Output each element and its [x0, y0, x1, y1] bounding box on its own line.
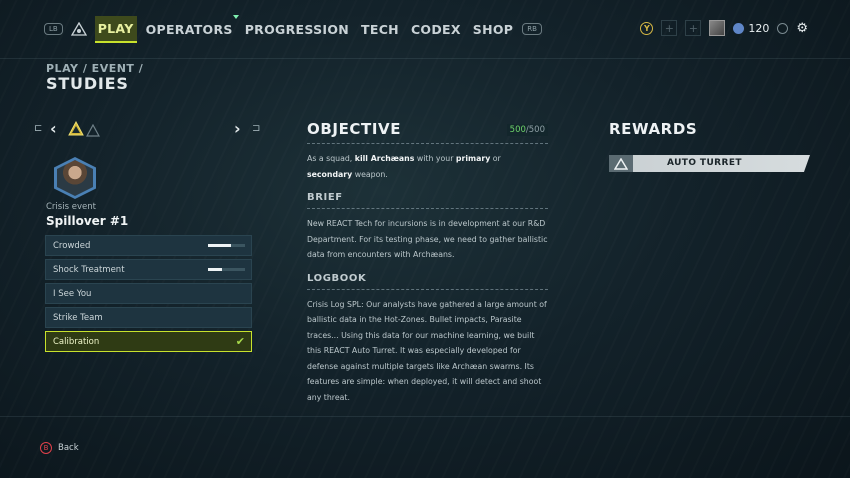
divider-line [0, 416, 850, 417]
objective-total: /500 [525, 125, 545, 135]
rewards-title: REWARDS [609, 120, 698, 138]
b-button-icon: B [40, 442, 52, 454]
study-progress-bar [208, 268, 245, 271]
study-label: Strike Team [53, 312, 103, 323]
operator-portrait [54, 157, 96, 199]
objective-secondary: secondary [307, 169, 353, 179]
study-item-shock-treatment[interactable]: Shock Treatment [45, 259, 252, 280]
page-title: STUDIES [46, 74, 129, 93]
auto-turret-icon [609, 155, 633, 172]
objective-kill: kill Archæans [354, 154, 415, 163]
tab-shop[interactable]: SHOP [470, 17, 516, 42]
lb-button-hint[interactable]: LB [44, 23, 63, 35]
lb-small-icon: ⊏ [34, 123, 43, 134]
study-details: OBJECTIVE 500/500 As a squad, kill Archæ… [307, 120, 548, 405]
top-right-status: Y + + 120 ⚙ [640, 20, 808, 36]
new-indicator-icon [232, 14, 239, 19]
reward-item[interactable]: AUTO TURRET [609, 155, 810, 172]
study-label: Crowded [53, 240, 91, 251]
top-navigation: LB PLAY OPERATORS PROGRESSION TECH CODEX… [44, 14, 542, 44]
study-label: I See You [53, 288, 92, 299]
objective-text-2: with your [414, 154, 456, 163]
study-item-strike-team[interactable]: Strike Team [45, 307, 252, 328]
objective-text-3: or [490, 154, 501, 163]
study-progress-fill [208, 268, 223, 271]
study-list: Crowded Shock Treatment I See You Strike… [45, 235, 252, 355]
next-arrow-icon[interactable]: › [234, 119, 241, 138]
study-label: Calibration [53, 336, 100, 347]
study-item-crowded[interactable]: Crowded [45, 235, 252, 256]
study-item-i-see-you[interactable]: I See You [45, 283, 252, 304]
currency-coin-icon [733, 22, 745, 34]
prev-arrow-icon[interactable]: ‹ [50, 119, 57, 138]
study-item-calibration[interactable]: Calibration ✔ [45, 331, 252, 352]
divider-line [0, 58, 850, 59]
objective-text: As a squad, kill Archæans with your prim… [307, 151, 548, 182]
divider [307, 143, 548, 144]
tab-codex[interactable]: CODEX [408, 17, 464, 42]
crisis-event-icon[interactable] [68, 120, 84, 140]
event-type-label: Crisis event [46, 202, 96, 212]
study-progress-bar [208, 244, 245, 247]
objective-text-4: weapon. [352, 169, 388, 179]
event-name: Spillover #1 [46, 214, 129, 228]
brief-title: BRIEF [307, 192, 343, 203]
party-slot-2[interactable]: + [685, 20, 702, 36]
gear-icon[interactable]: ⚙ [796, 21, 808, 36]
currency-display: 120 [733, 22, 769, 35]
party-slot-1[interactable]: + [661, 20, 678, 36]
back-label: Back [58, 443, 79, 453]
player-avatar[interactable] [709, 20, 726, 36]
objective-counter: 500/500 [506, 124, 548, 136]
divider [307, 288, 548, 290]
logbook-text: Crisis Log SPL: Our analysts have gather… [307, 299, 547, 402]
tab-play[interactable]: PLAY [94, 15, 137, 43]
currency-amount: 120 [748, 21, 770, 35]
reward-label: AUTO TURRET [667, 158, 742, 168]
rb-button-hint[interactable]: RB [522, 23, 542, 35]
r-button-icon[interactable] [777, 22, 789, 34]
event-selector: ⊏ ‹ › ⊐ [34, 119, 266, 141]
tab-operators-label: OPERATORS [145, 21, 233, 37]
objective-text-1: As a squad, [307, 154, 355, 163]
objective-current: 500 [509, 125, 526, 135]
tab-operators[interactable]: OPERATORS [143, 14, 239, 42]
y-button-icon[interactable]: Y [640, 21, 654, 35]
home-triangle-icon[interactable] [69, 19, 89, 39]
objective-primary: primary [455, 154, 491, 163]
study-progress-fill [208, 244, 231, 247]
tab-progression[interactable]: PROGRESSION [242, 17, 352, 42]
brief-text: New REACT Tech for incursions is in deve… [307, 219, 548, 259]
event-triangle-icon[interactable] [85, 122, 101, 141]
divider [307, 208, 548, 209]
completed-check-icon: ✔ [235, 335, 245, 348]
tab-tech[interactable]: TECH [358, 17, 402, 42]
logbook-title: LOGBOOK [307, 272, 367, 284]
rb-small-icon: ⊐ [252, 123, 261, 134]
back-button[interactable]: B Back [40, 442, 79, 454]
operator-face [57, 160, 93, 196]
study-label: Shock Treatment [53, 264, 125, 275]
